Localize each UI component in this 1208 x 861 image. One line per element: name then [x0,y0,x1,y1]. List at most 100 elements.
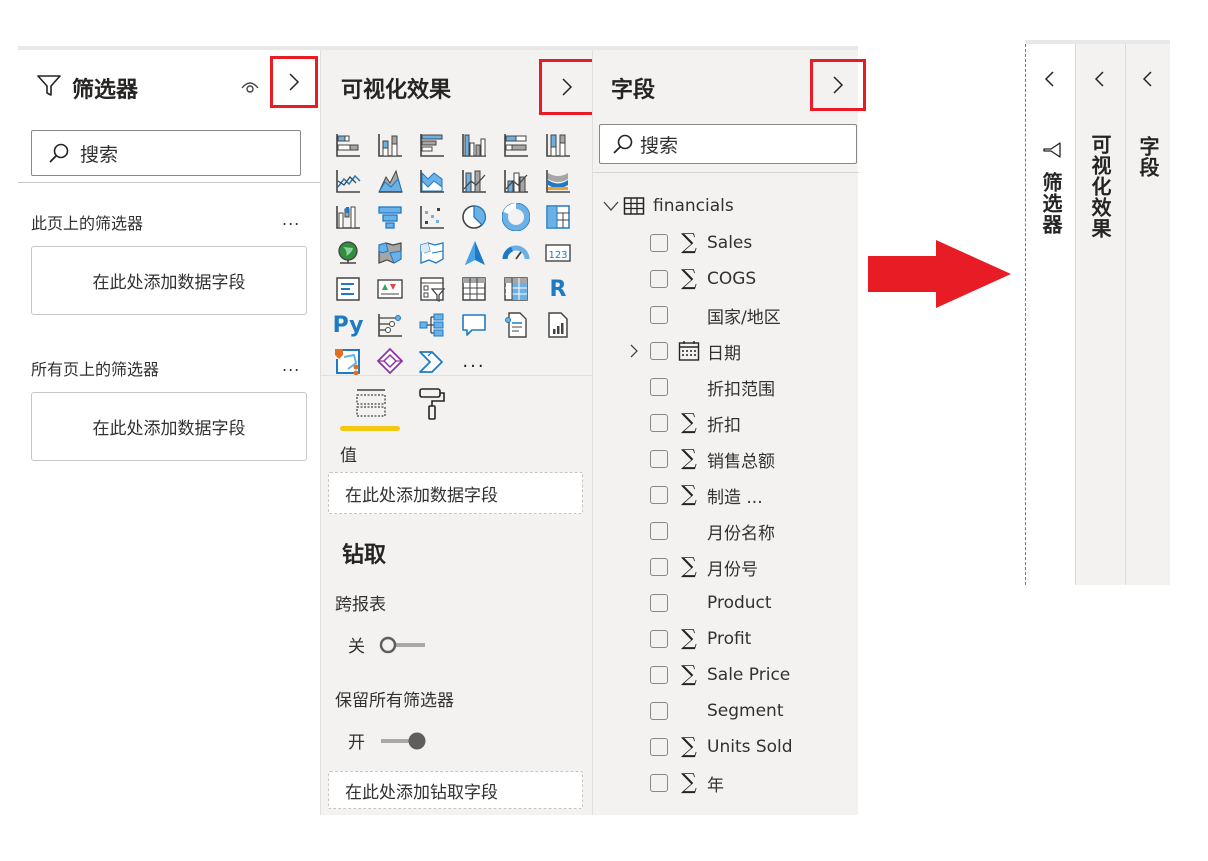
field-name: 日期 [707,343,741,364]
values-drop-well[interactable]: 在此处添加数据字段 [328,472,583,514]
visual-waterfall-chart[interactable] [327,199,369,235]
visual-100-percent-stacked-column-chart[interactable] [537,127,579,163]
field-checkbox[interactable] [650,594,668,612]
visual-kpi[interactable] [369,271,411,307]
map-icon [338,241,358,264]
chevron-right-icon[interactable] [627,343,641,359]
svg-text:123: 123 [548,250,567,261]
visual-key-influencers[interactable] [369,307,411,343]
page-filters-drop-well[interactable]: 在此处添加数据字段 [31,246,307,315]
field-checkbox[interactable] [650,738,668,756]
keep-all-filters-label: 保留所有筛选器 [335,691,454,711]
visual-shape-map[interactable] [411,235,453,271]
scatter-chart-icon [420,206,444,229]
more-options-button[interactable]: ... [282,356,300,375]
table-financials[interactable]: financials [603,193,734,219]
search-icon [49,143,69,163]
collapsed-visualizations-pane[interactable]: 可视化效果 [1075,44,1125,585]
visual-azure-map[interactable] [453,235,495,271]
visual-card[interactable]: 123 [537,235,579,271]
visual-donut-chart[interactable] [495,199,537,235]
visual-clustered-column-chart[interactable] [453,127,495,163]
filters-search-input[interactable]: 搜索 [31,130,301,176]
visual-stacked-column-chart[interactable] [369,127,411,163]
visual-gauge[interactable] [495,235,537,271]
all-pages-filters-drop-well[interactable]: 在此处添加数据字段 [31,392,307,461]
collapse-fields-button[interactable] [810,59,866,111]
visual-stacked-area-chart[interactable] [411,163,453,199]
sigma-icon: ∑ [678,663,700,687]
field-checkbox[interactable] [650,378,668,396]
format-paint-roller-icon[interactable] [417,384,447,424]
visual-python-visual[interactable]: Py [327,307,369,343]
visual-qa-visual[interactable] [453,307,495,343]
visual-map[interactable] [327,235,369,271]
chevron-left-icon[interactable] [1093,70,1105,88]
visual-clustered-bar-chart[interactable] [411,127,453,163]
visual-line-chart[interactable] [327,163,369,199]
visual-matrix[interactable] [495,271,537,307]
field-checkbox[interactable] [650,630,668,648]
sigma-glyph: ∑ [681,662,697,687]
visual-slicer[interactable] [411,271,453,307]
visual-power-apps[interactable] [369,343,411,379]
filters-pane: 筛选器 搜索 此页上的筛选器 ... 在此处添加数据字段 所有页上的筛选器 ..… [18,50,320,815]
cross-report-toggle[interactable]: 关 [348,632,427,657]
collapse-filters-button[interactable] [270,56,318,108]
visual-line-and-stacked-column-chart[interactable] [453,163,495,199]
sigma-glyph: ∑ [681,770,697,795]
visual-more-visuals[interactable]: ... [453,343,495,379]
field-checkbox[interactable] [650,558,668,576]
visual-funnel-chart[interactable] [369,199,411,235]
field-checkbox[interactable] [650,270,668,288]
visual-decomposition-tree[interactable] [411,307,453,343]
chevron-left-icon[interactable] [1043,70,1055,88]
field-checkbox[interactable] [650,450,668,468]
visual-smart-narrative[interactable] [495,307,537,343]
field-checkbox[interactable] [650,702,668,720]
visual-scatter-chart[interactable] [411,199,453,235]
visual-stacked-bar-chart[interactable] [327,127,369,163]
more-options-button[interactable]: ... [282,210,300,229]
visual-line-and-clustered-column-chart[interactable] [495,163,537,199]
shape-map-icon [420,242,444,264]
treemap-icon [546,205,570,229]
collapsed-filters-pane[interactable]: 筛选器 [1025,44,1075,585]
visual-area-chart[interactable] [369,163,411,199]
fields-search-input[interactable]: 搜索 [599,124,857,164]
visual-r-script-visual[interactable]: R [537,271,579,307]
table-icon [623,197,645,215]
field-checkbox[interactable] [650,234,668,252]
field-checkbox[interactable] [650,774,668,792]
fields-tab-icon[interactable] [351,384,391,424]
visual-table[interactable] [453,271,495,307]
visual-pie-chart[interactable] [453,199,495,235]
field-checkbox[interactable] [650,342,668,360]
field-name: Sale Price [707,665,791,685]
collapsed-filters-label: 筛选器 [1039,172,1063,235]
eye-icon[interactable] [240,78,260,94]
field-checkbox[interactable] [650,486,668,504]
chevron-right-icon [833,76,844,94]
area-chart-icon [378,169,403,193]
field-name: 折扣范围 [707,379,775,400]
collapse-visualizations-button[interactable] [539,59,595,115]
collapsed-fields-pane[interactable]: 字段 [1125,44,1170,585]
drillthrough-drop-well[interactable]: 在此处添加钻取字段 [328,771,583,809]
field-checkbox[interactable] [650,414,668,432]
visual-power-automate[interactable] [411,343,453,379]
visual-treemap[interactable] [537,199,579,235]
visual-ribbon-chart[interactable] [537,163,579,199]
field-checkbox[interactable] [650,522,668,540]
visual-multi-row-card[interactable] [327,271,369,307]
chevron-left-icon[interactable] [1141,70,1153,88]
funnel-chart-icon [378,206,402,229]
field-checkbox[interactable] [650,666,668,684]
visual-filled-map[interactable] [369,235,411,271]
visual-100-percent-stacked-bar-chart[interactable] [495,127,537,163]
field-checkbox[interactable] [650,306,668,324]
visual-paginated-report[interactable] [537,307,579,343]
keep-all-filters-toggle[interactable]: 开 [348,728,427,753]
visual-arcgis-map[interactable] [327,343,369,379]
toggle-on-icon [381,732,426,749]
